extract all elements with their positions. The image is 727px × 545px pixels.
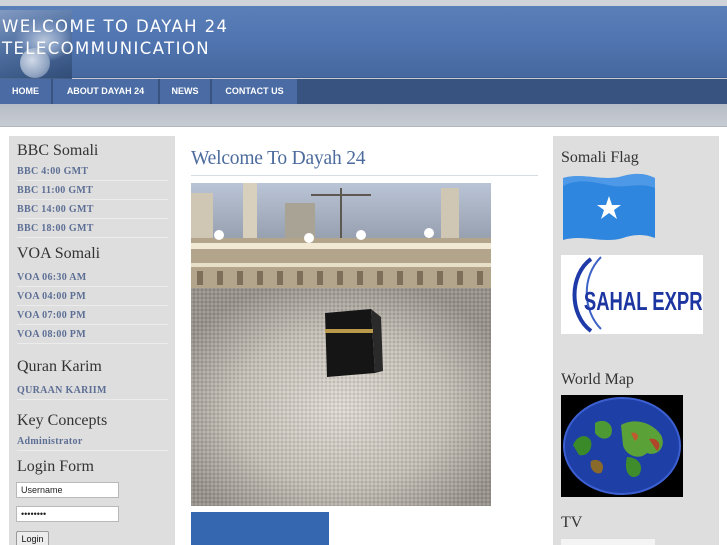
header-band [0, 104, 727, 126]
quran-link[interactable]: QURAAN KARIIM [17, 381, 168, 400]
tv-title: TV [561, 514, 583, 531]
voa-link-0630[interactable]: VOA 06:30 AM [17, 268, 168, 287]
page-title: Welcome To Dayah 24 [191, 148, 366, 169]
login-button[interactable]: Login [16, 531, 49, 545]
sahal-express-logo: SAHAL EXPRESS [561, 255, 703, 334]
main-nav: HOME ABOUT DAYAH 24 NEWS CONTACT US [0, 79, 727, 104]
nav-about[interactable]: ABOUT DAYAH 24 [53, 79, 159, 104]
somali-flag-icon [563, 173, 655, 240]
kaaba-photo [191, 183, 491, 506]
site-header: WELCOME TO DAYAH 24 TELECOMMUNICATION [0, 6, 727, 80]
somali-flag-title: Somali Flag [561, 149, 639, 166]
login-form-title: Login Form [17, 458, 94, 475]
password-field[interactable]: •••••••• [16, 506, 119, 522]
title-divider [191, 175, 538, 176]
bbc-link-14[interactable]: BBC 14:00 GMT [17, 200, 168, 219]
quran-block-title: Quran Karim [17, 358, 102, 375]
bbc-block-title: BBC Somali [17, 142, 99, 159]
globe-icon [561, 395, 683, 497]
sahal-express-banner[interactable]: SAHAL EXPRESS [561, 255, 703, 334]
bbc-link-4[interactable]: BBC 4:00 GMT [17, 162, 168, 181]
nav-home[interactable]: HOME [0, 79, 52, 104]
voa-block-title: VOA Somali [17, 245, 101, 262]
voa-link-0700[interactable]: VOA 07:00 PM [17, 306, 168, 325]
site-title: WELCOME TO DAYAH 24 TELECOMMUNICATION [2, 17, 229, 58]
voa-link-0800[interactable]: VOA 08:00 PM [17, 325, 168, 344]
somali-flag-image [561, 172, 657, 246]
administrator-link[interactable]: Administrator [17, 432, 168, 451]
voa-link-0400[interactable]: VOA 04:00 PM [17, 287, 168, 306]
secondary-photo [191, 512, 329, 545]
tv-image [561, 538, 655, 545]
nav-news[interactable]: NEWS [160, 79, 211, 104]
bbc-link-11[interactable]: BBC 11:00 GMT [17, 181, 168, 200]
key-concepts-title: Key Concepts [17, 412, 108, 429]
username-field[interactable]: Username [16, 482, 119, 498]
sahal-express-text: SAHAL EXPRESS [584, 286, 703, 316]
world-map-image [561, 395, 683, 497]
world-map-title: World Map [561, 371, 634, 388]
kaaba-illustration [191, 183, 491, 506]
nav-contact[interactable]: CONTACT US [212, 79, 298, 104]
bbc-link-18[interactable]: BBC 18:00 GMT [17, 219, 168, 238]
